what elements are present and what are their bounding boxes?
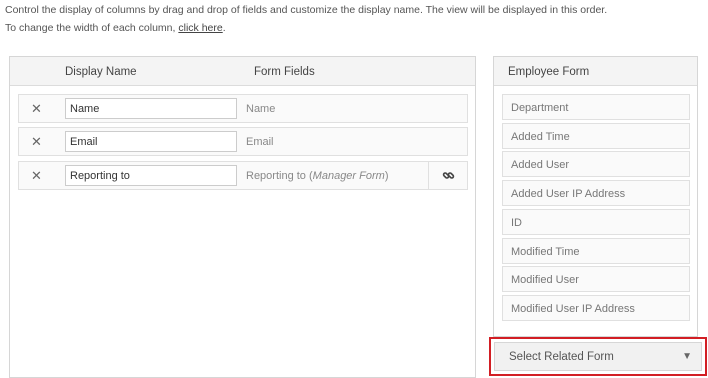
instructions-line-1: Control the display of columns by drag a… [5,4,608,16]
form-field-label: Reporting to (Manager Form) [246,170,389,182]
columns-panel-header: Display Name Form Fields [10,57,475,86]
field-item-added-user-ip[interactable]: Added User IP Address [502,180,690,206]
field-item-modified-user-ip[interactable]: Modified User IP Address [502,295,690,321]
instructions-line-2-suffix: . [222,21,226,34]
form-fields-header: Form Fields [254,66,315,78]
instructions-line-2: To change the width of each column, clic… [5,20,607,38]
column-row[interactable]: ✕ Email [18,127,468,156]
related-form-name: Manager Form [312,170,385,182]
form-field-label: Name [246,103,276,115]
related-form-highlight: Select Related Form ▼ [489,337,707,376]
field-item-added-time[interactable]: Added Time [502,123,690,149]
field-item-modified-user[interactable]: Modified User [502,266,690,292]
close-icon[interactable]: ✕ [31,101,42,117]
form-title: Employee Form [508,66,590,78]
field-item-modified-time[interactable]: Modified Time [502,238,690,264]
field-item-id[interactable]: ID [502,209,690,235]
display-name-input[interactable] [65,165,237,186]
link-icon[interactable] [428,162,467,189]
display-name-header: Display Name [65,66,137,78]
select-related-form-dropdown[interactable]: Select Related Form ▼ [494,342,702,371]
instructions-line-2-prefix: To change the width of each column, [5,21,179,34]
column-row[interactable]: ✕ Name [18,94,468,123]
selected-columns-panel: Display Name Form Fields ✕ Name ✕ Email … [9,56,476,378]
available-fields-panel: Employee Form Department Added Time Adde… [493,56,698,337]
display-name-input[interactable] [65,98,237,119]
instructions: Control the display of columns by drag a… [5,2,607,37]
column-width-link[interactable]: click here [178,22,222,34]
form-field-label: Email [246,136,274,148]
close-icon[interactable]: ✕ [31,134,42,150]
field-item-added-user[interactable]: Added User [502,151,690,177]
select-related-form-label: Select Related Form [509,351,614,363]
chevron-down-icon: ▼ [682,351,692,362]
fields-panel-header: Employee Form [494,57,697,86]
close-icon[interactable]: ✕ [31,168,42,184]
field-item-department[interactable]: Department [502,94,690,120]
column-row[interactable]: ✕ Reporting to (Manager Form) [18,161,468,190]
form-field-name: Reporting to [246,170,306,182]
display-name-input[interactable] [65,131,237,152]
